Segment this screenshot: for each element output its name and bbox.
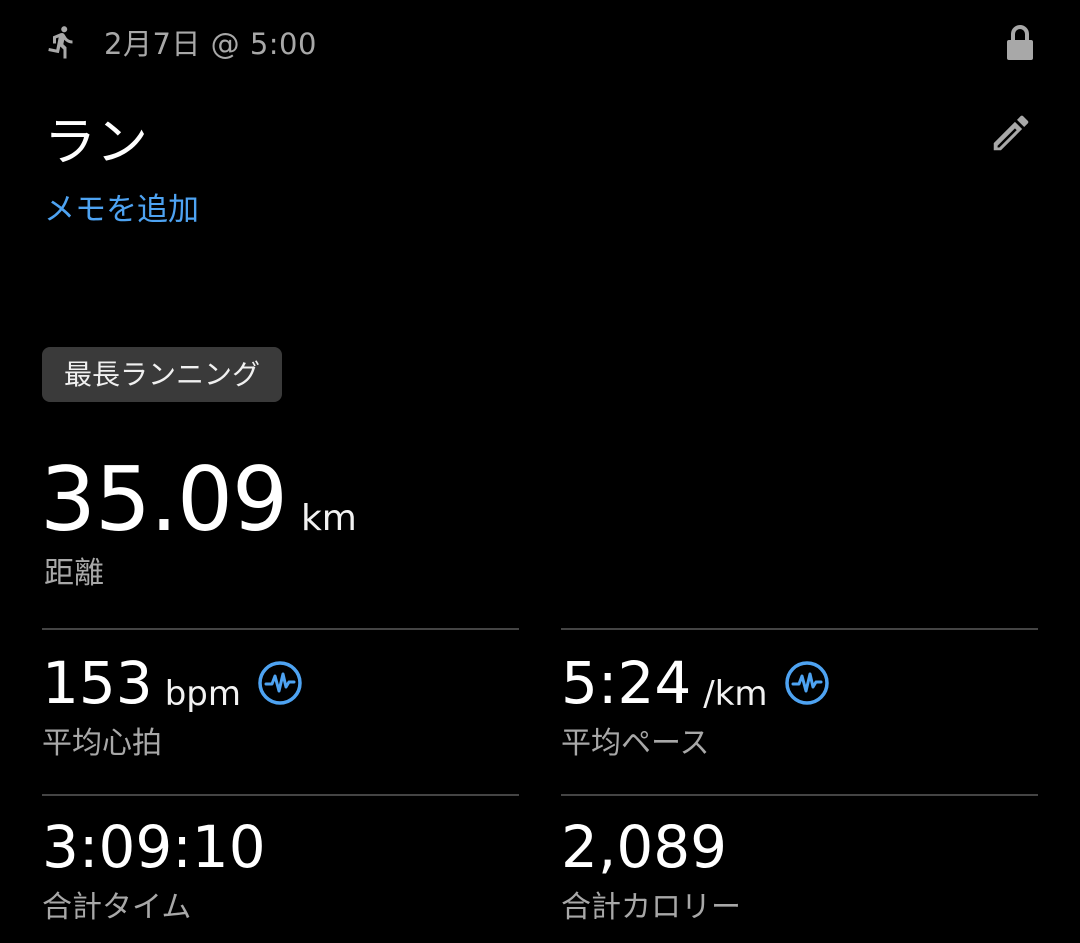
activity-date-time: 2月7日 @ 5:00 xyxy=(104,27,317,61)
heart-rate-unit: bpm xyxy=(164,674,242,714)
total-time-value: 3:09:10 xyxy=(42,813,266,881)
lock-icon[interactable] xyxy=(1004,24,1036,62)
divider xyxy=(42,628,519,630)
calories-value: 2,089 xyxy=(561,813,728,881)
pace-value: 5:24 xyxy=(561,649,692,717)
record-badge: 最長ランニング xyxy=(42,347,283,402)
stat-avg-heart-rate[interactable]: 153 bpm 平均心拍 xyxy=(42,648,303,762)
header-row: 2月7日 @ 5:00 xyxy=(44,22,317,62)
activity-title: ラン xyxy=(44,113,149,173)
distance-value-row: 35.09 km xyxy=(40,448,357,551)
distance-value: 35.09 xyxy=(40,448,288,551)
calories-label: 合計カロリー xyxy=(561,890,741,925)
pulse-chart-icon[interactable] xyxy=(257,660,303,706)
pace-unit: /km xyxy=(703,674,768,714)
add-memo-link[interactable]: メモを追加 xyxy=(44,184,199,229)
heart-rate-value: 153 xyxy=(42,649,153,717)
divider xyxy=(561,794,1038,796)
heart-rate-label: 平均心拍 xyxy=(42,726,162,761)
pace-label: 平均ペース xyxy=(561,726,710,761)
stat-total-time: 3:09:10 合計タイム xyxy=(42,812,266,926)
divider xyxy=(561,628,1038,630)
total-time-label: 合計タイム xyxy=(42,890,192,925)
running-person-icon xyxy=(48,26,73,59)
pulse-chart-icon[interactable] xyxy=(784,660,830,706)
stat-total-calories: 2,089 合計カロリー xyxy=(561,812,741,926)
stat-avg-pace[interactable]: 5:24 /km 平均ペース xyxy=(561,648,830,762)
distance-label: 距離 xyxy=(44,556,104,591)
pencil-icon[interactable] xyxy=(988,110,1034,156)
divider xyxy=(42,794,519,796)
distance-unit: km xyxy=(300,498,357,539)
